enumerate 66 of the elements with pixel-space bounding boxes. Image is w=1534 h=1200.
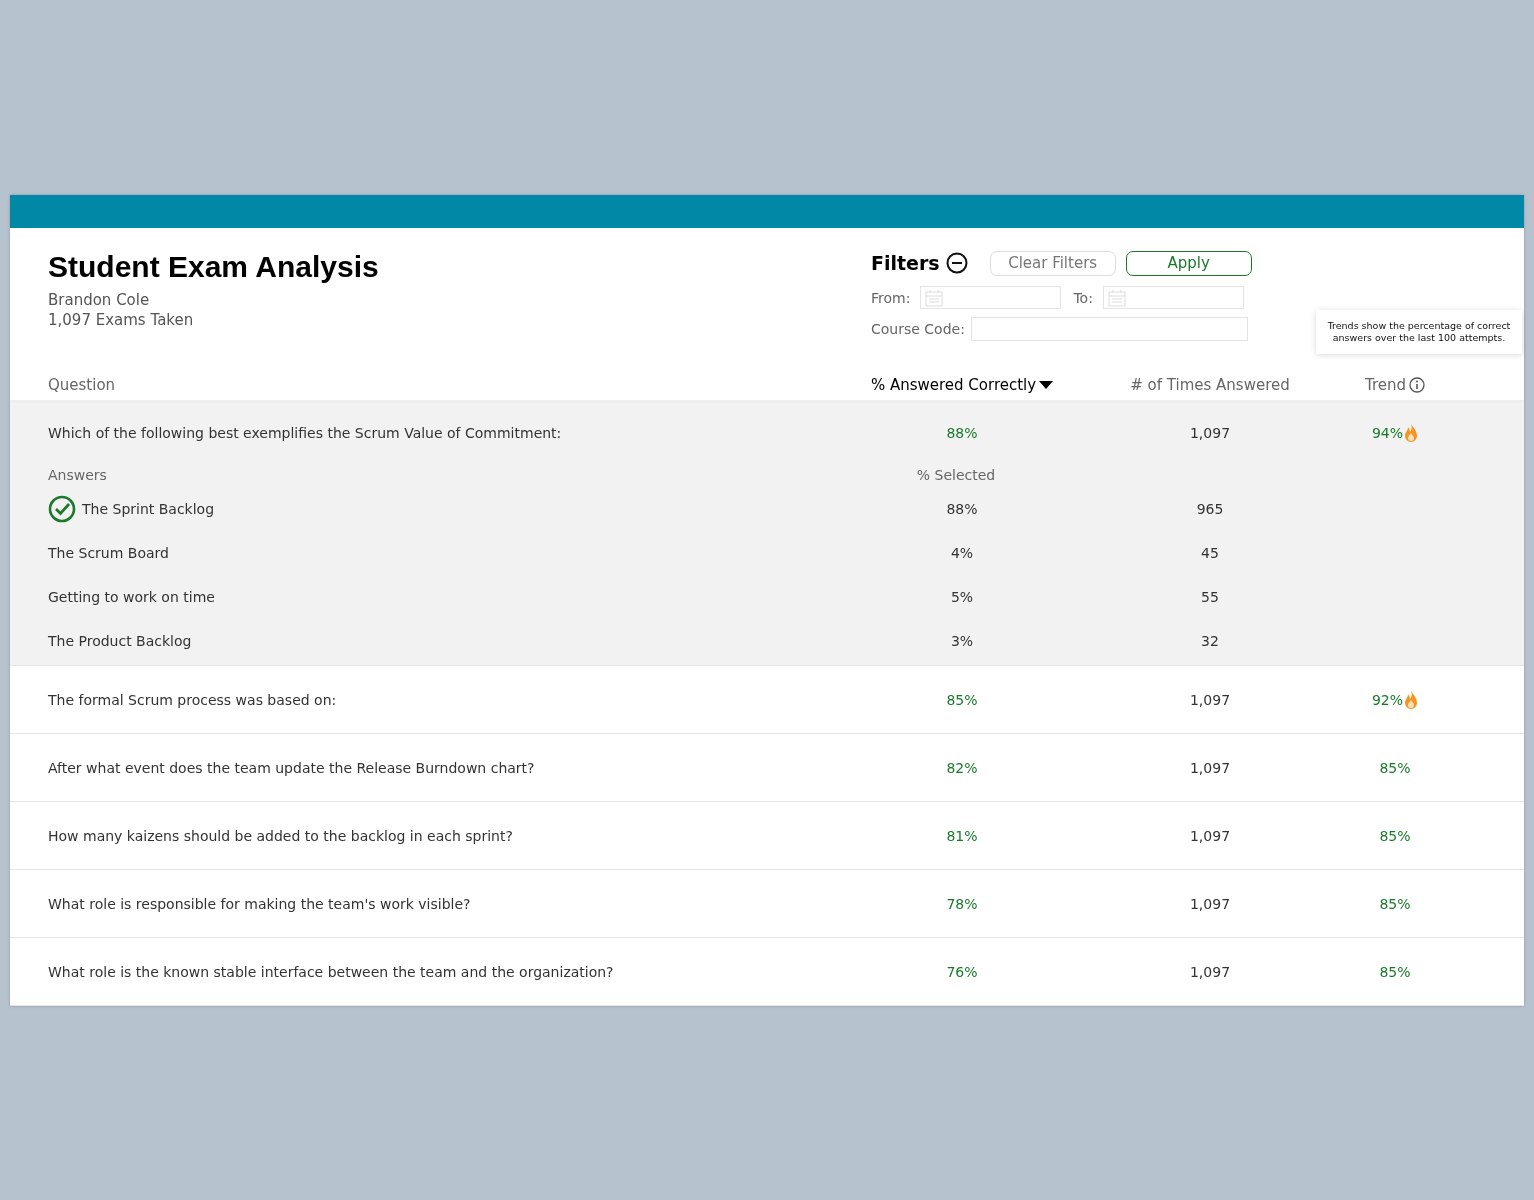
question-row[interactable]: The formal Scrum process was based on: 85% 1,097 92% xyxy=(10,666,1524,734)
answer-count: 32 xyxy=(1201,633,1219,649)
from-label: From: xyxy=(871,289,911,306)
times-answered: 1,097 xyxy=(1189,827,1231,844)
calendar-icon[interactable] xyxy=(1107,288,1126,307)
to-date-field[interactable] xyxy=(1102,286,1244,309)
question-text: The formal Scrum process was based on: xyxy=(48,691,337,708)
apply-button[interactable]: Apply xyxy=(1125,250,1252,276)
answer-count: 965 xyxy=(1196,501,1224,517)
column-header[interactable]: Question xyxy=(48,376,116,394)
question-row[interactable]: What role is responsible for making the team's work visible? 78% 1,097 85% xyxy=(10,870,1524,938)
answer-text: The Product Backlog xyxy=(48,633,192,649)
percent-selected: 3% xyxy=(950,633,974,649)
from-date-field[interactable] xyxy=(920,286,1062,309)
course-code-field[interactable] xyxy=(970,317,1248,341)
times-answered: 1,097 xyxy=(1189,691,1231,708)
sort-caret-icon xyxy=(1039,380,1054,390)
trend-value: 85% xyxy=(1379,759,1411,776)
answers-label: Answers xyxy=(48,467,107,483)
trend-value: 85% xyxy=(1379,963,1411,980)
percent-selected: 5% xyxy=(950,589,974,605)
times-answered: 1,097 xyxy=(1189,963,1231,980)
question-text: Which of the following best exemplifies the Scrum Value of Commitment: xyxy=(48,425,562,441)
filters-label: Filters xyxy=(871,252,940,274)
course-code-label: Course Code: xyxy=(871,321,965,337)
question-text: How many kaizens should be added to the backlog in each sprint? xyxy=(48,827,513,844)
percent-selected: 88% xyxy=(946,501,978,517)
answer-count: 55 xyxy=(1201,589,1219,605)
trend-value: 92% xyxy=(1371,691,1404,708)
question-row[interactable]: After what event does the team update the Release Burndown chart? 82% 1,097 85% xyxy=(10,734,1524,802)
collapse-icon[interactable] xyxy=(945,252,968,274)
question-row[interactable]: What role is the known stable interface between the team and the organization? 76% 1,097 85% xyxy=(10,938,1524,1006)
column-header[interactable]: # of Times Answered xyxy=(1130,376,1290,394)
trend-value: 85% xyxy=(1379,827,1411,844)
times-answered: 1,097 xyxy=(1189,425,1231,441)
percent-correct: 76% xyxy=(946,963,978,980)
column-header[interactable]: % Answered Correctly xyxy=(870,376,1054,394)
calendar-icon[interactable] xyxy=(925,288,944,307)
percent-correct: 81% xyxy=(946,827,978,844)
trend-value: 94% xyxy=(1371,425,1404,441)
times-answered: 1,097 xyxy=(1189,759,1231,776)
answer-count: 45 xyxy=(1201,545,1219,561)
trend-value: 85% xyxy=(1379,895,1411,912)
question-text: What role is the known stable interface between the team and the organization? xyxy=(48,963,614,980)
question-row[interactable] xyxy=(10,403,1524,666)
percent-correct: 88% xyxy=(946,425,978,441)
answer-text: The Sprint Backlog xyxy=(82,501,215,517)
question-row[interactable]: How many kaizens should be added to the backlog in each sprint? 81% 1,097 85% xyxy=(10,802,1524,870)
trend-tooltip: Trends show the percentage of correct answers over the last 100 attempts. xyxy=(1316,310,1522,354)
percent-selected: 4% xyxy=(950,545,974,561)
clear-filters-button[interactable]: Clear Filters xyxy=(989,250,1116,276)
column-header[interactable]: Trend xyxy=(1364,376,1426,394)
answer-text: Getting to work on time xyxy=(48,589,215,605)
percent-correct: 82% xyxy=(946,759,978,776)
to-label: To: xyxy=(1073,289,1093,306)
question-text: After what event does the team update the Release Burndown chart? xyxy=(48,759,535,776)
info-icon[interactable] xyxy=(1409,377,1426,393)
answer-text: The Scrum Board xyxy=(48,545,169,561)
question-text: What role is responsible for making the team's work visible? xyxy=(48,895,471,912)
selected-label: % Selected xyxy=(916,467,996,483)
student-name: Brandon Cole xyxy=(48,290,151,310)
page-title: Student Exam Analysis xyxy=(48,250,380,284)
times-answered: 1,097 xyxy=(1189,895,1231,912)
percent-correct: 78% xyxy=(946,895,978,912)
percent-correct: 85% xyxy=(946,691,978,708)
exams-count: 1,097 Exams Taken xyxy=(48,310,195,330)
